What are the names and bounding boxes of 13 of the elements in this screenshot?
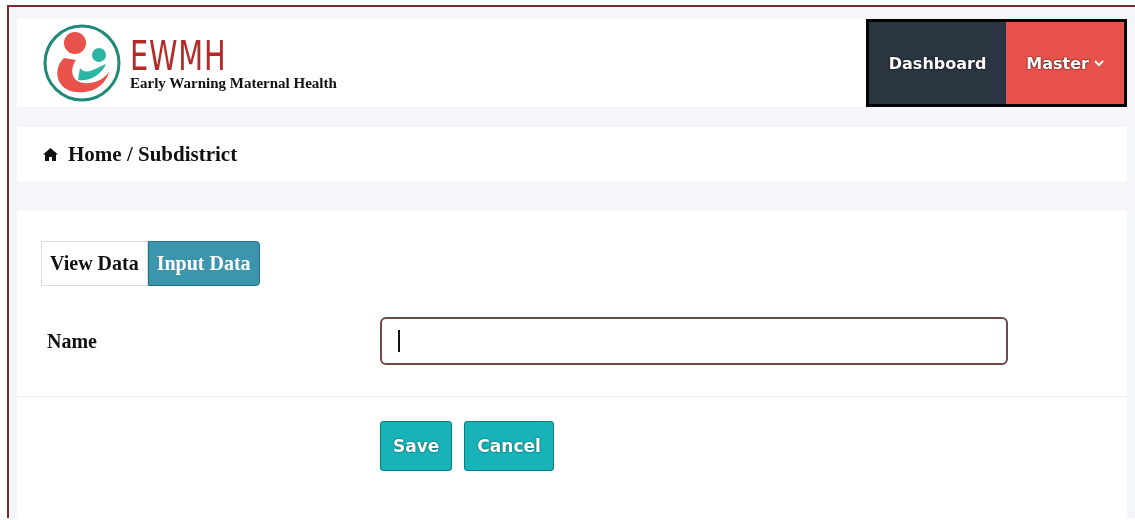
nav-link[interactable]: Master	[1006, 22, 1124, 104]
name-field[interactable]	[380, 317, 1008, 365]
brand-tagline: Early Warning Maternal Health	[130, 74, 337, 92]
breadcrumb: Home / Subdistrict	[68, 141, 238, 167]
brand-name: EWMH	[130, 34, 227, 77]
logo-icon	[42, 24, 122, 102]
nav-link[interactable]: Dashboard	[868, 22, 1007, 104]
name-label: Name	[47, 329, 98, 353]
tab[interactable]: Input Data	[147, 241, 260, 286]
tab[interactable]: View Data	[41, 241, 148, 286]
home-icon[interactable]	[43, 147, 58, 161]
cancel-button[interactable]: Cancel	[464, 421, 554, 471]
save-button[interactable]: Save	[380, 421, 453, 471]
